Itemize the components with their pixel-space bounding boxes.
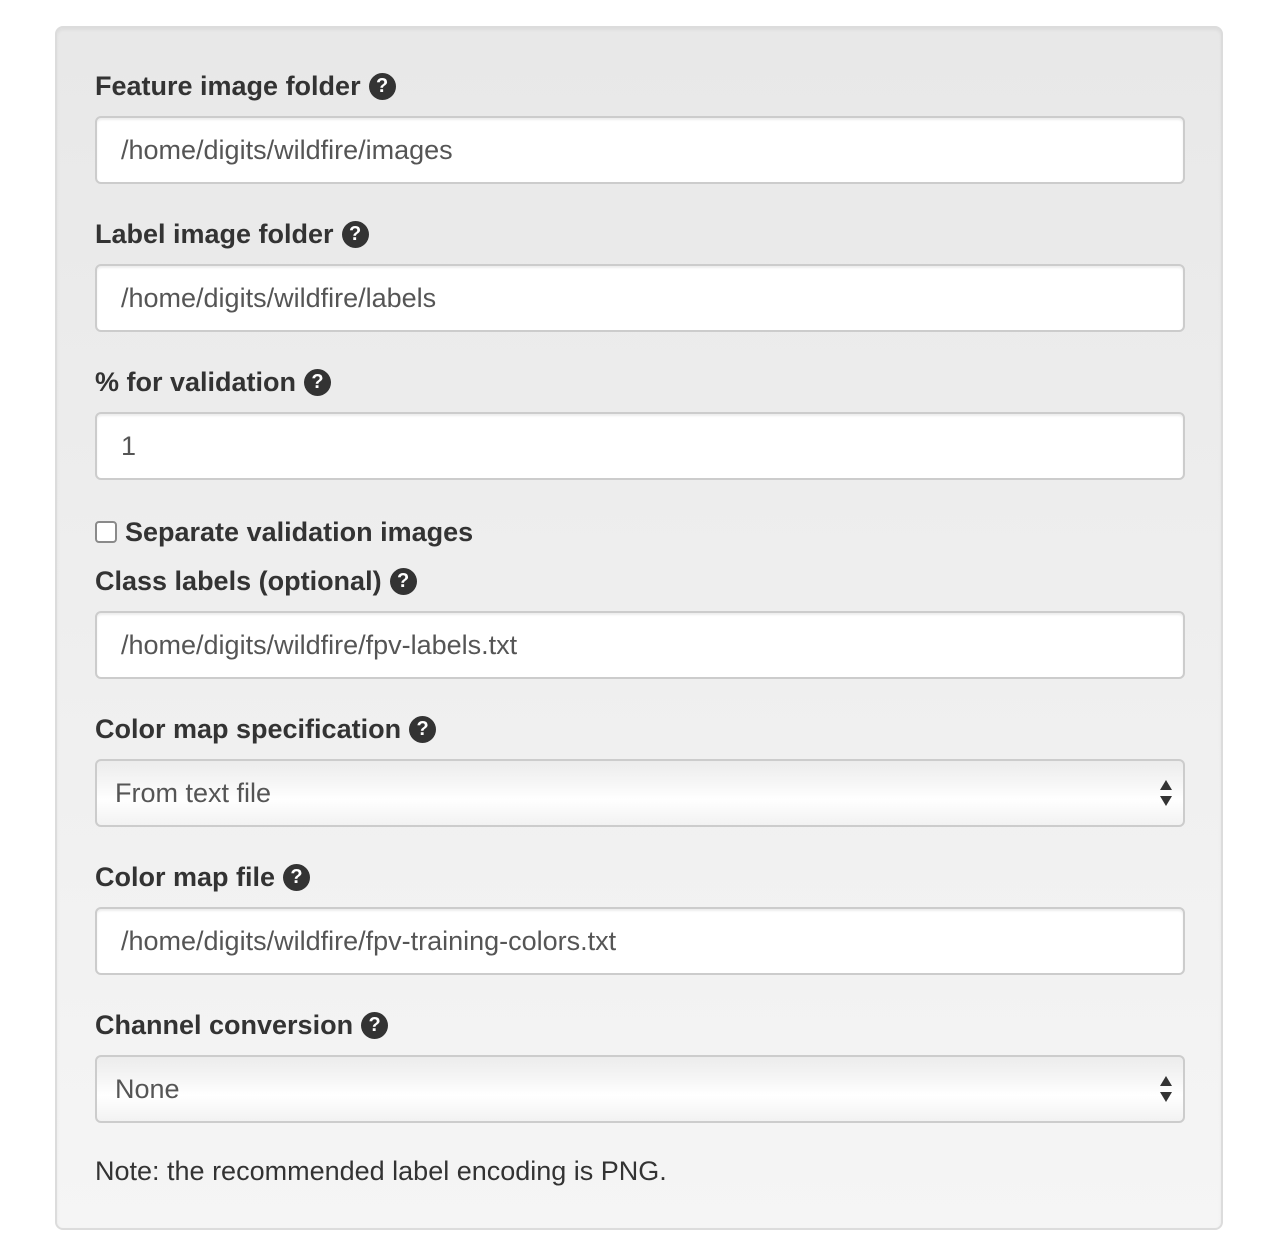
color-map-file-help-icon[interactable]: ? bbox=[283, 863, 311, 891]
label-folder-help-icon[interactable]: ? bbox=[341, 220, 369, 248]
validation-pct-label: % for validation ? bbox=[95, 364, 332, 400]
select-arrows-icon bbox=[1160, 1076, 1172, 1102]
color-map-file-input[interactable]: /home/digits/wildfire/fpv-training-color… bbox=[95, 907, 1185, 975]
color-map-spec-select[interactable]: From text file bbox=[95, 759, 1185, 827]
label-folder-label: Label image folder ? bbox=[95, 216, 369, 252]
class-labels-label: Class labels (optional) ? bbox=[95, 563, 417, 599]
channel-conversion-select[interactable]: None bbox=[95, 1055, 1185, 1123]
feature-folder-input[interactable]: /home/digits/wildfire/images bbox=[95, 116, 1185, 184]
channel-conversion-selected: None bbox=[115, 1074, 180, 1104]
channel-conversion-label: Channel conversion ? bbox=[95, 1007, 389, 1043]
separate-validation-checkbox[interactable] bbox=[95, 521, 117, 543]
channel-conversion-help-icon[interactable]: ? bbox=[361, 1011, 389, 1039]
class-labels-help-icon[interactable]: ? bbox=[389, 567, 417, 595]
color-map-spec-label: Color map specification ? bbox=[95, 711, 437, 747]
select-arrows-icon bbox=[1160, 780, 1172, 806]
separate-validation-row[interactable]: Separate validation images bbox=[95, 514, 473, 550]
dataset-form-panel: Feature image folder ? /home/digits/wild… bbox=[55, 26, 1223, 1230]
color-map-spec-help-icon[interactable]: ? bbox=[409, 715, 437, 743]
class-labels-input[interactable]: /home/digits/wildfire/fpv-labels.txt bbox=[95, 611, 1185, 679]
feature-folder-help-icon[interactable]: ? bbox=[368, 72, 396, 100]
label-folder-input[interactable]: /home/digits/wildfire/labels bbox=[95, 264, 1185, 332]
feature-folder-label: Feature image folder ? bbox=[95, 68, 396, 104]
validation-pct-input[interactable]: 1 bbox=[95, 412, 1185, 480]
separate-validation-label: Separate validation images bbox=[125, 516, 474, 547]
validation-pct-help-icon[interactable]: ? bbox=[304, 368, 332, 396]
color-map-spec-selected: From text file bbox=[115, 778, 272, 808]
label-encoding-note: Note: the recommended label encoding is … bbox=[95, 1156, 667, 1186]
color-map-file-label: Color map file ? bbox=[95, 859, 311, 895]
